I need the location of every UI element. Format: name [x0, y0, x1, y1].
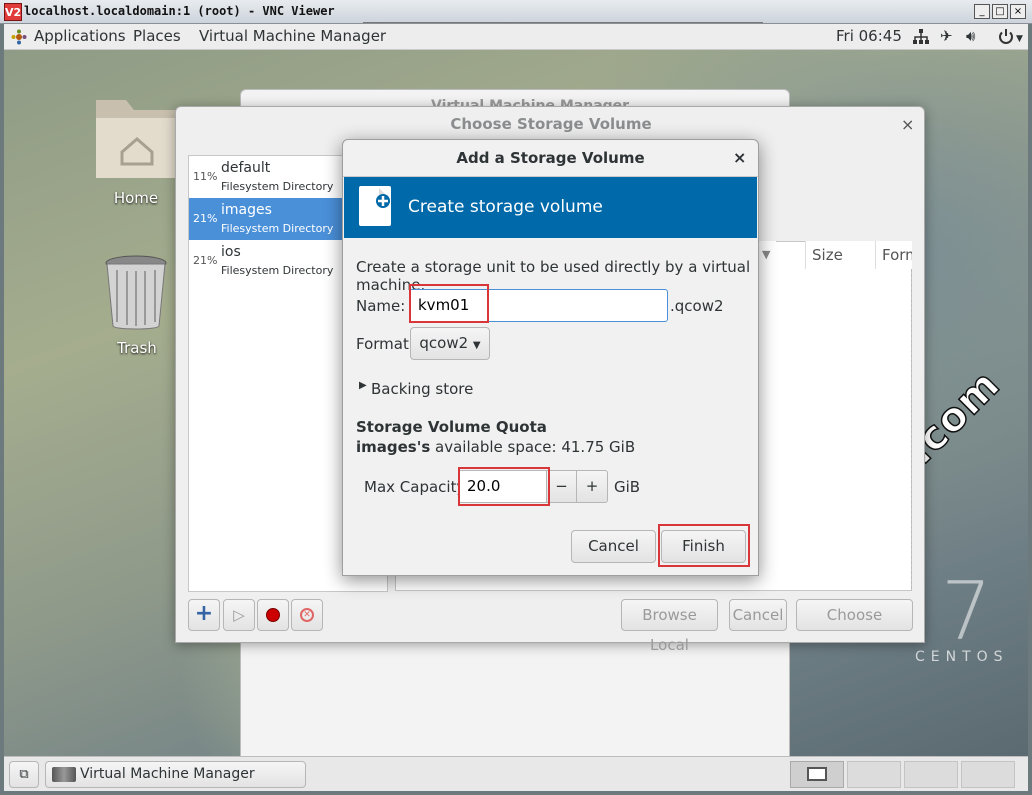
- pool-type: Filesystem Directory: [221, 264, 334, 277]
- capacity-increase-button[interactable]: +: [576, 470, 608, 503]
- vnc-logo-icon: V2: [4, 3, 22, 21]
- vnc-title-rule: [363, 1, 763, 23]
- column-header-format[interactable]: Form: [875, 241, 912, 269]
- delete-icon: ✕: [300, 608, 314, 622]
- pool-name: ios: [221, 244, 241, 260]
- power-icon[interactable]: [997, 28, 1015, 50]
- banner-title: Create storage volume: [408, 197, 603, 217]
- add-pool-button[interactable]: +: [188, 599, 220, 631]
- clock[interactable]: Fri 06:45: [836, 27, 902, 45]
- gnome-top-bar: Applications Places Virtual Machine Mana…: [4, 24, 1028, 50]
- vnc-titlebar: V2 localhost.localdomain:1 (root) - VNC …: [0, 0, 1032, 24]
- backing-store-expander[interactable]: Backing store: [371, 380, 473, 398]
- capacity-highlight-box: [458, 467, 550, 506]
- vnc-close-button[interactable]: ×: [1010, 4, 1026, 19]
- show-desktop-icon[interactable]: ⧉: [9, 761, 39, 788]
- name-suffix: .qcow2: [670, 297, 724, 315]
- dialog-banner: Create storage volume: [344, 177, 757, 238]
- start-pool-button[interactable]: ▷: [223, 599, 255, 631]
- format-label: Format:: [356, 335, 414, 353]
- capacity-decrease-button[interactable]: −: [546, 470, 577, 503]
- airplane-icon[interactable]: ✈: [940, 27, 953, 45]
- format-value: qcow2: [419, 334, 469, 352]
- workspace-4[interactable]: [961, 761, 1015, 788]
- centos-version-number: 7: [941, 565, 992, 658]
- capacity-unit: GiB: [614, 478, 641, 496]
- cancel-button[interactable]: Cancel: [571, 530, 656, 563]
- pool-name: images: [221, 202, 272, 218]
- vnc-minimize-button[interactable]: _: [974, 4, 990, 19]
- choose-close-icon[interactable]: ×: [901, 115, 914, 134]
- browse-local-button[interactable]: Browse Local: [621, 599, 718, 654]
- pool-usage: 21%: [193, 254, 218, 267]
- volume-icon[interactable]: 🔊︎: [966, 27, 975, 45]
- vmm-app-icon: [52, 767, 76, 782]
- tray-chevron-down-icon[interactable]: ▼: [1016, 34, 1023, 44]
- stop-pool-button[interactable]: [257, 599, 289, 631]
- applications-icon: [11, 29, 27, 45]
- sort-chevron-down-icon[interactable]: ▼: [756, 241, 776, 269]
- taskbar-item-vmm[interactable]: Virtual Machine Manager: [45, 761, 306, 788]
- choose-window-title: Choose Storage Volume: [450, 115, 652, 133]
- applications-menu[interactable]: Applications: [34, 27, 126, 45]
- choose-cancel-button[interactable]: Cancel: [729, 599, 787, 631]
- places-menu[interactable]: Places: [133, 27, 181, 45]
- finish-highlight-box: [658, 524, 750, 567]
- pool-usage: 21%: [193, 212, 218, 225]
- quota-heading: Storage Volume Quota: [356, 418, 547, 436]
- name-label: Name:: [356, 297, 406, 315]
- taskbar-item-label: Virtual Machine Manager: [80, 766, 255, 782]
- list-divider: [911, 269, 912, 589]
- choose-volume-button[interactable]: Choose Volume: [796, 599, 913, 631]
- dialog-title: Add a Storage Volume: [343, 140, 758, 177]
- pool-type: Filesystem Directory: [221, 222, 334, 235]
- delete-pool-button[interactable]: ✕: [291, 599, 323, 631]
- pool-usage: 11%: [193, 170, 218, 183]
- quota-pool-name: images's: [356, 438, 431, 456]
- chevron-down-icon: ▼: [472, 340, 481, 351]
- quota-available: available space: 41.75 GiB: [435, 438, 636, 456]
- workspace-1[interactable]: [790, 761, 844, 788]
- vnc-window-title: localhost.localdomain:1 (root) - VNC Vie…: [24, 4, 335, 18]
- trash-icon[interactable]: [103, 254, 169, 332]
- workspace-3[interactable]: [904, 761, 958, 788]
- column-header-size[interactable]: Size: [805, 241, 875, 269]
- pool-type: Filesystem Directory: [221, 180, 334, 193]
- workspace-window-icon: [807, 767, 827, 781]
- dialog-close-icon[interactable]: ×: [733, 148, 746, 167]
- stop-icon: [266, 608, 280, 622]
- max-capacity-label: Max Capacity:: [364, 478, 470, 496]
- vnc-maximize-button[interactable]: □: [992, 4, 1008, 19]
- expander-arrow-icon[interactable]: ▶: [359, 380, 367, 391]
- workspace-2[interactable]: [847, 761, 901, 788]
- home-folder-icon[interactable]: [92, 96, 182, 182]
- centos-wordmark: CENTOS: [915, 649, 1009, 665]
- new-file-icon: [359, 186, 391, 226]
- network-icon[interactable]: [912, 28, 930, 50]
- home-label: Home: [113, 189, 159, 207]
- name-highlight-box: [409, 284, 489, 323]
- format-dropdown[interactable]: qcow2 ▼: [410, 327, 490, 360]
- quota-line: images's available space: 41.75 GiB: [356, 438, 635, 456]
- bottom-taskbar: ⧉ Virtual Machine Manager: [4, 756, 1028, 791]
- add-storage-volume-dialog: Add a Storage Volume × Create storage vo…: [342, 139, 759, 576]
- pool-name: default: [221, 160, 271, 176]
- trash-label: Trash: [117, 339, 157, 357]
- app-menu-virtual-machine-manager[interactable]: Virtual Machine Manager: [199, 27, 386, 45]
